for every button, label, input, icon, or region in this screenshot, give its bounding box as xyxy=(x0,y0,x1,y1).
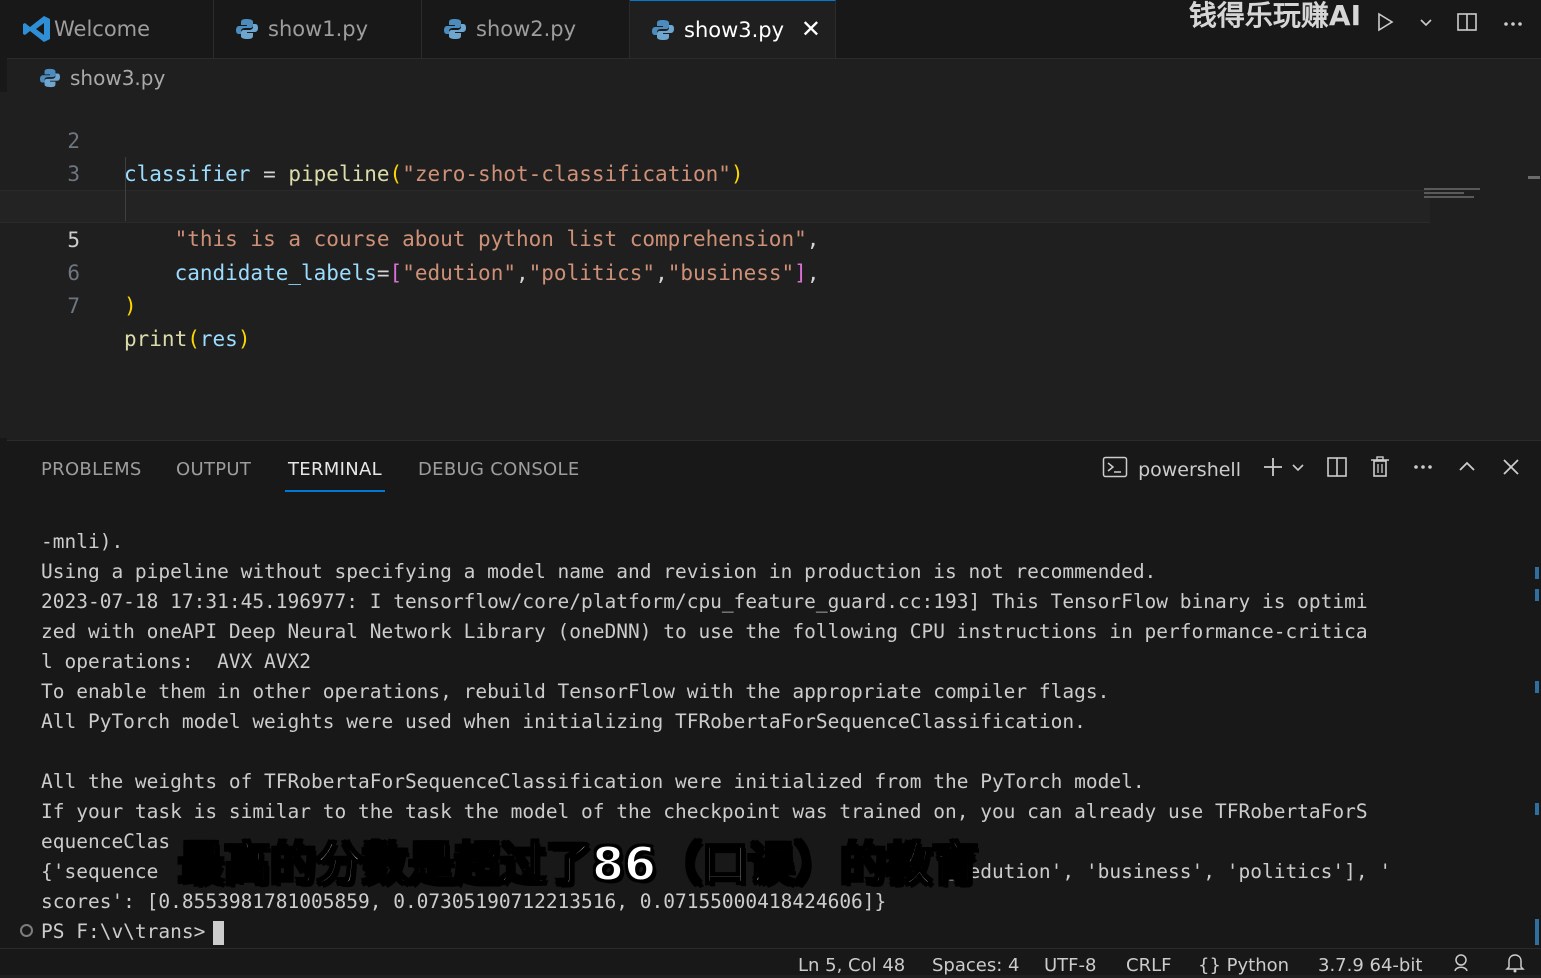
python-file-icon xyxy=(236,18,258,40)
status-indentation[interactable]: Spaces: 4 xyxy=(932,955,1019,976)
terminal-line: -mnli). xyxy=(41,530,124,553)
minimap[interactable] xyxy=(1424,186,1480,200)
scrollbar-marker xyxy=(1535,803,1539,815)
video-subtitle: 最高的分数是超过了86（口误）的教育 xyxy=(177,836,979,892)
tab-show3-py[interactable]: show3.py ✕ xyxy=(630,0,836,58)
python-file-icon xyxy=(444,18,466,40)
tab-show1-py[interactable]: show1.py xyxy=(214,0,422,58)
close-panel-icon[interactable] xyxy=(1499,455,1523,484)
terminal-line: If your task is similar to the task the … xyxy=(41,800,1368,823)
code-line: 7 print(res) xyxy=(0,257,1430,351)
trash-icon[interactable] xyxy=(1369,455,1391,484)
terminal-line: All PyTorch model weights were used when… xyxy=(41,710,1086,733)
status-cursor-position[interactable]: Ln 5, Col 48 xyxy=(798,955,905,976)
tab-label: Welcome xyxy=(54,17,151,41)
code-editor[interactable]: 2 classifier = pipeline("zero-shot-class… xyxy=(0,92,1541,438)
more-actions-icon[interactable] xyxy=(1411,455,1435,484)
terminal-prompt: PS F:\v\trans> xyxy=(41,920,206,943)
tab-label: show2.py xyxy=(476,17,577,41)
terminal-line: To enable them in other operations, rebu… xyxy=(41,680,1110,703)
code-line: 6 ) xyxy=(0,224,1430,318)
terminal-line: All the weights of TFRobertaForSequenceC… xyxy=(41,770,1145,793)
chevron-down-icon[interactable] xyxy=(1291,455,1305,484)
status-eol[interactable]: CRLF xyxy=(1126,955,1171,976)
chevron-down-icon[interactable] xyxy=(1419,10,1433,40)
scrollbar-marker xyxy=(1535,589,1539,601)
tab-welcome[interactable]: Welcome xyxy=(0,0,214,58)
editor-scrollbar[interactable] xyxy=(1528,176,1540,179)
tab-output[interactable]: OUTPUT xyxy=(176,459,251,480)
terminal-prompt-line: PS F:\v\trans> xyxy=(41,917,1521,947)
terminal-shell-selector[interactable]: powershell xyxy=(1102,455,1241,484)
code-line: 3 res = classifier( xyxy=(0,125,1430,219)
close-icon[interactable]: ✕ xyxy=(801,15,821,43)
status-language-label: Python xyxy=(1226,955,1290,976)
split-editor-icon[interactable] xyxy=(1455,10,1479,40)
breadcrumb[interactable]: show3.py xyxy=(40,64,165,92)
terminal-line: zed with oneAPI Deep Neural Network Libr… xyxy=(41,620,1368,643)
tab-problems[interactable]: PROBLEMS xyxy=(41,459,142,480)
tab-debug-console[interactable]: DEBUG CONSOLE xyxy=(418,459,580,480)
terminal-icon xyxy=(1102,455,1128,484)
split-terminal-icon[interactable] xyxy=(1325,455,1349,484)
editor-actions xyxy=(1373,10,1525,40)
video-watermark: 钱得乐玩赚AI xyxy=(1188,0,1361,32)
status-bar: Ln 5, Col 48 Spaces: 4 UTF-8 CRLF {} Pyt… xyxy=(0,948,1541,976)
more-actions-icon[interactable] xyxy=(1501,10,1525,40)
status-language[interactable]: {} Python xyxy=(1198,955,1289,976)
breadcrumb-file: show3.py xyxy=(70,66,166,90)
new-terminal-icon[interactable] xyxy=(1261,455,1285,484)
terminal-cursor xyxy=(213,920,225,945)
code-line: 2 classifier = pipeline("zero-shot-class… xyxy=(0,92,1430,186)
editor-tab-bar: Welcome show1.py show2.py show3.py ✕ 钱得乐… xyxy=(0,0,1541,59)
scrollbar-marker xyxy=(1535,567,1539,579)
terminal-line: l operations: AVX AVX2 xyxy=(41,650,312,673)
maximize-panel-icon[interactable] xyxy=(1455,455,1479,484)
terminal-line: Using a pipeline without specifying a mo… xyxy=(41,560,1157,583)
scrollbar-marker xyxy=(1535,681,1539,693)
terminal-scrollbar[interactable] xyxy=(1535,919,1539,945)
code-line: 4 "this is a course about python list co… xyxy=(0,157,1430,251)
python-file-icon xyxy=(40,68,60,88)
run-icon[interactable] xyxy=(1373,10,1397,40)
tab-show2-py[interactable]: show2.py xyxy=(422,0,630,58)
python-file-icon xyxy=(652,19,674,41)
braces-icon: {} xyxy=(1198,955,1221,976)
code-line-current: 5 candidate_labels=["edution","politics"… xyxy=(0,190,1430,285)
tab-label: show3.py xyxy=(684,17,785,42)
shell-name: powershell xyxy=(1138,458,1241,481)
vscode-logo-icon xyxy=(22,16,50,42)
terminal-line: 2023-07-18 17:31:45.196977: I tensorflow… xyxy=(41,590,1368,613)
terminal-toolbar: powershell xyxy=(1102,455,1523,484)
tab-terminal[interactable]: TERMINAL xyxy=(285,459,385,492)
indent-guide xyxy=(125,157,126,221)
line-number: 7 xyxy=(67,294,80,318)
status-encoding[interactable]: UTF-8 xyxy=(1044,955,1096,976)
tab-label: show1.py xyxy=(268,17,369,41)
command-decoration-icon[interactable] xyxy=(20,924,33,937)
status-interpreter[interactable]: 3.7.9 64-bit xyxy=(1318,955,1422,976)
